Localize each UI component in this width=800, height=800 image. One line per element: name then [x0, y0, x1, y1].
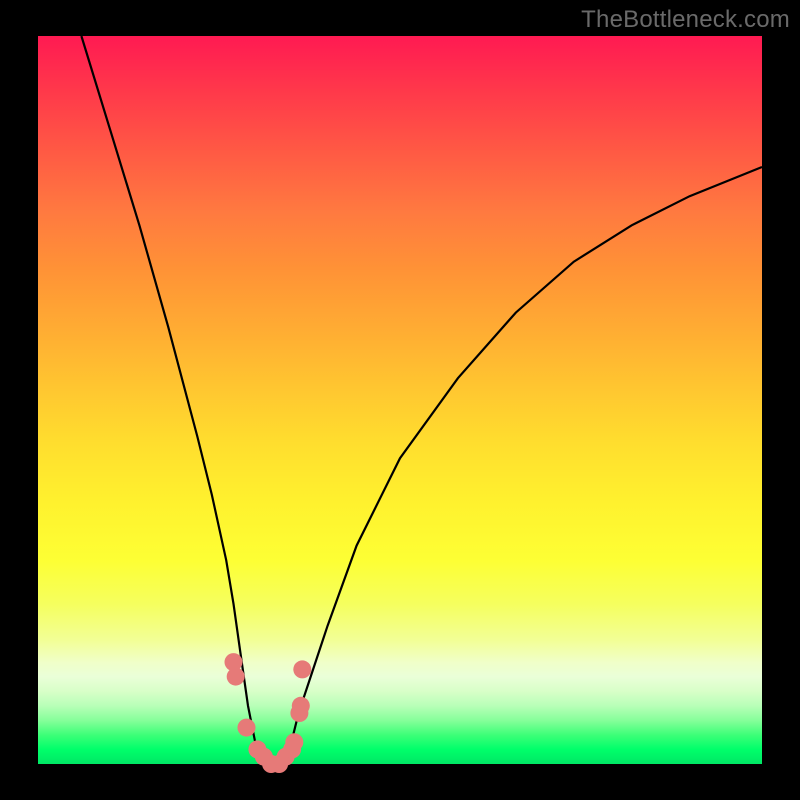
plot-area [38, 36, 762, 764]
bottleneck-curve [81, 36, 762, 764]
watermark-text: TheBottleneck.com [581, 6, 790, 34]
highlight-point [285, 733, 303, 751]
highlight-points [225, 653, 312, 773]
highlight-point [293, 660, 311, 678]
highlight-point [238, 719, 256, 737]
chart-frame: TheBottleneck.com [0, 0, 800, 800]
highlight-point [227, 668, 245, 686]
highlight-point [292, 697, 310, 715]
chart-svg [38, 36, 762, 764]
